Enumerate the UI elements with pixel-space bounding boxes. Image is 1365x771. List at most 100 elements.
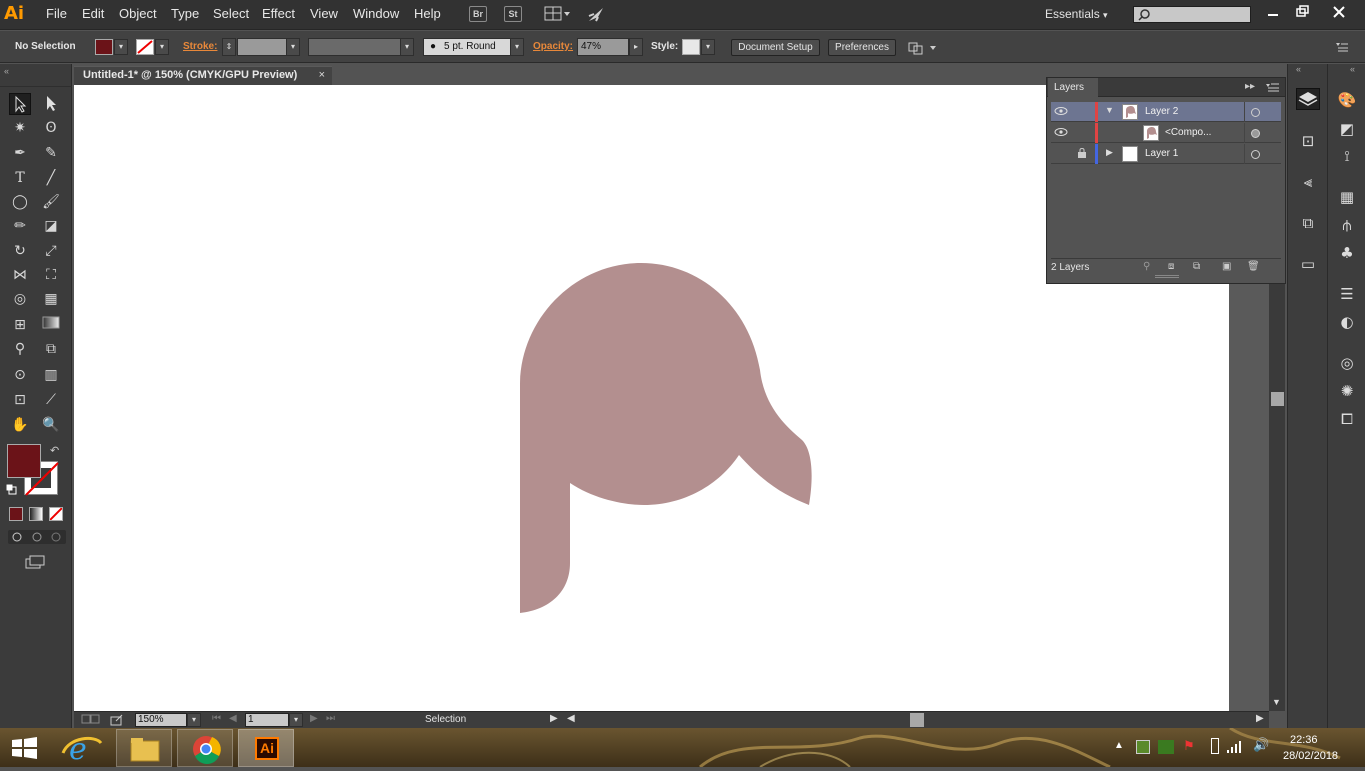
stroke-weight-dropdown[interactable]: ▾	[286, 38, 300, 56]
opacity-field[interactable]: 47%	[577, 38, 629, 56]
line-segment-tool[interactable]: ╱	[40, 167, 62, 189]
gpu-performance-button[interactable]	[586, 6, 606, 24]
graphic-styles-dock-icon[interactable]: ✺	[1335, 380, 1359, 402]
menu-type[interactable]: Type	[171, 6, 199, 21]
file-explorer-button[interactable]	[116, 729, 172, 767]
variable-width-dropdown[interactable]: ▾	[400, 38, 414, 56]
screen-mode-button[interactable]	[24, 554, 46, 570]
brush-definition[interactable]: 5 pt. Round ●	[423, 38, 511, 56]
fill-color-box[interactable]	[7, 444, 41, 478]
clock-time[interactable]: 22:36	[1290, 734, 1318, 746]
color-themes-dock-icon[interactable]: ⟟	[1335, 145, 1359, 167]
selection-tool[interactable]	[9, 93, 31, 115]
layer-row-compound-path[interactable]: <Compo...	[1051, 123, 1281, 143]
fill-dropdown[interactable]: ▾	[114, 39, 128, 55]
align-dock-icon[interactable]: ⫷	[1296, 171, 1320, 193]
type-tool[interactable]: T	[9, 167, 31, 189]
symbols-dock-icon[interactable]: ♣	[1335, 242, 1359, 264]
magic-wand-tool[interactable]: ✷	[9, 117, 31, 139]
target-circle-icon[interactable]	[1251, 108, 1260, 117]
transparency-dock-icon[interactable]: ▭	[1296, 253, 1320, 275]
panel-resize-grip[interactable]	[1155, 275, 1179, 278]
gradient-tool[interactable]	[40, 314, 62, 336]
asset-export-dock-icon[interactable]: ⧠	[1335, 408, 1359, 430]
eyedropper-tool[interactable]: ⚲	[9, 338, 31, 360]
fill-swatch[interactable]	[95, 39, 113, 55]
stroke-dock-icon[interactable]: ☰	[1335, 283, 1359, 305]
locate-object-icon[interactable]: ⚲	[1143, 261, 1150, 272]
none-mode-button[interactable]	[49, 507, 63, 521]
scroll-down-icon[interactable]: ▼	[1272, 697, 1281, 707]
artboard-tool[interactable]: ⊡	[9, 389, 31, 411]
close-window-button[interactable]	[1328, 4, 1350, 20]
pathfinder-dock-icon[interactable]: ⧉	[1296, 212, 1320, 234]
symbol-sprayer-tool[interactable]: ⊙	[9, 364, 31, 386]
menu-view[interactable]: View	[310, 6, 338, 21]
visibility-eye-icon[interactable]	[1054, 105, 1068, 117]
color-guide-dock-icon[interactable]: ◩	[1335, 118, 1359, 140]
menu-object[interactable]: Object	[119, 6, 157, 21]
variable-width-profile[interactable]	[308, 38, 404, 56]
scale-tool[interactable]: ⤢	[40, 240, 62, 262]
stroke-weight-stepper[interactable]: ⇕	[222, 38, 236, 56]
layer-name[interactable]: Layer 2	[1145, 106, 1178, 117]
target-circle-icon[interactable]	[1251, 150, 1260, 159]
brushes-dock-icon[interactable]: ⫛	[1335, 214, 1359, 236]
nvidia-icon[interactable]	[1158, 740, 1174, 754]
collapse-tools-icon[interactable]: «	[4, 66, 9, 76]
flag-alert-icon[interactable]: ⚑	[1183, 738, 1195, 754]
bridge-button[interactable]: Br	[469, 6, 487, 22]
status-menu-icon[interactable]: ▶	[550, 713, 558, 724]
slice-tool[interactable]: ⟋	[40, 389, 62, 411]
menu-help[interactable]: Help	[414, 6, 441, 21]
layers-tab[interactable]: Layers	[1048, 78, 1098, 97]
workspace-switcher[interactable]: Essentials ▾	[1045, 7, 1108, 21]
document-setup-button[interactable]: Document Setup	[731, 39, 820, 56]
perspective-grid-tool[interactable]: ▦	[40, 288, 62, 310]
current-tool-status[interactable]: Selection	[425, 714, 466, 725]
tray-app-icon[interactable]	[1136, 740, 1150, 754]
delete-layer-icon[interactable]: 🗑	[1247, 261, 1260, 272]
preferences-button[interactable]: Preferences	[828, 39, 896, 56]
next-artboard-icon[interactable]: ▶	[310, 713, 318, 724]
arrange-button[interactable]	[908, 40, 938, 56]
share-icon[interactable]	[110, 714, 124, 726]
document-tab[interactable]: Untitled-1* @ 150% (CMYK/GPU Preview) ×	[74, 66, 332, 85]
new-layer-icon[interactable]: ▣	[1222, 261, 1231, 272]
menu-select[interactable]: Select	[213, 6, 249, 21]
new-sublayer-icon[interactable]: ⧉	[1193, 261, 1200, 272]
artboards-dock-icon[interactable]: ⊡	[1296, 130, 1320, 152]
expand-triangle-icon[interactable]: ▼	[1105, 105, 1114, 115]
clock-date[interactable]: 28/02/2018	[1283, 750, 1338, 762]
menu-effect[interactable]: Effect	[262, 6, 295, 21]
swap-fill-stroke-icon[interactable]: ↶	[50, 444, 59, 457]
color-mode-button[interactable]	[9, 507, 23, 521]
close-tab-icon[interactable]: ×	[319, 67, 325, 84]
zoom-dropdown[interactable]: ▾	[187, 713, 201, 727]
minimize-button[interactable]	[1262, 4, 1284, 20]
curvature-tool[interactable]: ✎	[40, 142, 62, 164]
column-graph-tool[interactable]: ▥	[40, 364, 62, 386]
width-tool[interactable]: ⋈	[9, 264, 31, 286]
internet-explorer-button[interactable]: e	[55, 729, 111, 767]
previous-artboard-icon[interactable]: ◀	[229, 713, 237, 724]
last-artboard-icon[interactable]: ⏭	[326, 713, 335, 724]
lasso-tool[interactable]: ʘ	[40, 117, 62, 139]
start-button[interactable]	[10, 736, 40, 760]
swatches-dock-icon[interactable]: ▦	[1335, 186, 1359, 208]
lock-icon[interactable]	[1077, 147, 1087, 159]
search-input[interactable]	[1133, 6, 1251, 23]
first-artboard-icon[interactable]: ⏮	[212, 713, 221, 724]
scroll-right-icon[interactable]: ▶	[1256, 713, 1264, 724]
collapse-panel-icon[interactable]: ▸▸	[1245, 81, 1255, 92]
stroke-label[interactable]: Stroke:	[183, 41, 217, 52]
opacity-label[interactable]: Opacity:	[533, 41, 573, 52]
zoom-field[interactable]: 150%	[135, 713, 187, 727]
opacity-dropdown[interactable]: ▸	[629, 38, 643, 56]
restore-button[interactable]	[1292, 4, 1314, 20]
volume-icon[interactable]: 🔊	[1253, 737, 1269, 753]
appearance-dock-icon[interactable]: ◎	[1335, 352, 1359, 374]
style-dropdown[interactable]: ▾	[701, 39, 715, 55]
pencil-tool[interactable]: ✏	[9, 215, 31, 237]
layer-row-layer-1[interactable]: ▶ Layer 1	[1051, 144, 1281, 164]
